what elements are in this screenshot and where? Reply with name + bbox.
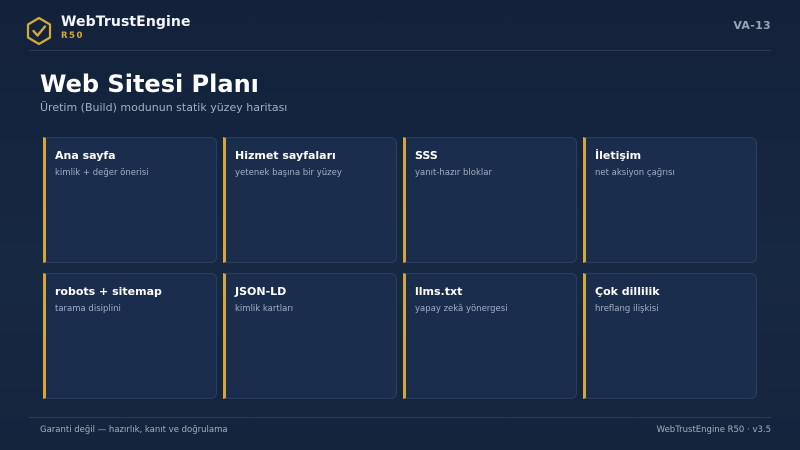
card-multilingual: Çok dillilik hreflang ilişkisi: [583, 273, 757, 399]
card-llms-txt: llms.txt yapay zekâ yönergesi: [403, 273, 577, 399]
card-json-ld: JSON-LD kimlik kartları: [223, 273, 397, 399]
footer-divider: [29, 417, 771, 418]
page-title: Web Sitesi Planı: [40, 70, 259, 98]
card-description: net aksiyon çağrısı: [595, 168, 675, 178]
slide-code: VA-13: [733, 19, 771, 32]
header: WebTrustEngine R50 VA-13: [0, 0, 800, 51]
brand-name: WebTrustEngine: [61, 14, 191, 30]
card-description: kimlik + değer önerisi: [55, 168, 149, 178]
card-title: İletişim: [595, 149, 642, 162]
footer-disclaimer: Garanti değil — hazırlık, kanıt ve doğru…: [40, 425, 228, 435]
card-description: yapay zekâ yönergesi: [415, 304, 508, 314]
card-title: robots + sitemap: [55, 285, 162, 298]
card-description: tarama disiplini: [55, 304, 121, 314]
card-title: Çok dillilik: [595, 285, 660, 298]
card-services: Hizmet sayfaları yetenek başına bir yüze…: [223, 137, 397, 263]
card-description: kimlik kartları: [235, 304, 294, 314]
card-title: llms.txt: [415, 285, 463, 298]
card-title: Hizmet sayfaları: [235, 149, 336, 162]
brand-version: R50: [61, 31, 84, 41]
page-subtitle: Üretim (Build) modunun statik yüzey hari…: [40, 101, 288, 114]
card-robots-sitemap: robots + sitemap tarama disiplini: [43, 273, 217, 399]
card-faq: SSS yanıt-hazır bloklar: [403, 137, 577, 263]
header-divider: [29, 50, 771, 51]
card-title: JSON-LD: [235, 285, 287, 298]
card-description: yetenek başına bir yüzey: [235, 168, 342, 178]
card-contact: İletişim net aksiyon çağrısı: [583, 137, 757, 263]
card-title: SSS: [415, 149, 438, 162]
footer-version: WebTrustEngine R50 · v3.5: [656, 425, 771, 435]
card-description: hreflang ilişkisi: [595, 304, 659, 314]
card-title: Ana sayfa: [55, 149, 116, 162]
shield-check-icon: [26, 16, 52, 46]
card-home: Ana sayfa kimlik + değer önerisi: [43, 137, 217, 263]
card-description: yanıt-hazır bloklar: [415, 168, 492, 178]
sitemap-grid: Ana sayfa kimlik + değer önerisi Hizmet …: [43, 137, 757, 399]
